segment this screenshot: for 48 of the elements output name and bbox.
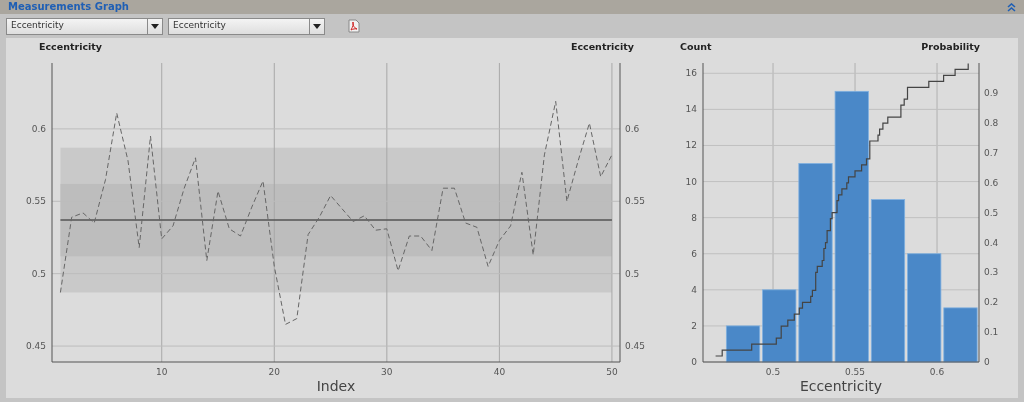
axis-tick-label: 0.5 — [765, 367, 781, 377]
axis-tick-label: 0.1 — [984, 327, 999, 338]
axis-tick-label: 0.5 — [625, 268, 640, 279]
axis-tick-label: 0 — [691, 357, 697, 367]
axis-tick-label: 0.7 — [984, 147, 999, 158]
axis-tick-label: 0.6 — [625, 123, 640, 134]
axis-tick-label: 0.5 — [31, 268, 46, 279]
axis-tick-label: 0.8 — [984, 118, 999, 129]
axis-title: Eccentricity — [39, 41, 103, 52]
pdf-icon[interactable] — [348, 19, 360, 33]
axis-tick-label: 0.6 — [984, 177, 999, 188]
axis-tick-label: 0.55 — [845, 367, 866, 377]
axis-title: Probability — [921, 41, 980, 52]
axis-tick-label: 10 — [685, 176, 697, 187]
axis-label: Eccentricity — [799, 378, 883, 394]
axis-tick-label: 50 — [606, 367, 618, 377]
axis-tick-label: 14 — [685, 104, 697, 115]
axis-tick-label: 0 — [984, 357, 990, 367]
axis-tick-label: 8 — [691, 212, 697, 223]
axis-tick-label: 20 — [268, 367, 280, 377]
axis-tick-label: 0.55 — [25, 196, 46, 207]
axis-tick-label: 0.6 — [31, 123, 46, 134]
axis-tick-label: 0.6 — [929, 367, 945, 377]
axis-tick-label: 0.4 — [984, 237, 999, 248]
axis-label: Index — [316, 378, 356, 394]
collapse-icon[interactable] — [1007, 2, 1016, 12]
axis-tick-label: 0.2 — [984, 297, 999, 308]
axis-tick-label: 0.55 — [625, 196, 646, 207]
axis-tick-label: 0.9 — [984, 88, 999, 99]
panel-title: Measurements Graph — [8, 2, 129, 12]
axis-tick-label: 0.45 — [25, 341, 46, 352]
axis-tick-label: 16 — [685, 68, 697, 79]
axis-tick-label: 2 — [691, 320, 697, 331]
axis-tick-label: 0.3 — [984, 267, 999, 278]
axis-tick-label: 4 — [691, 284, 697, 295]
axis-tick-label: 0.5 — [984, 207, 999, 218]
caret-icon — [313, 23, 321, 29]
axis-tick-label: 30 — [381, 367, 393, 377]
caret-icon — [151, 23, 159, 29]
axis-title: Count — [680, 41, 712, 52]
dropdown[interactable]: Eccentricity — [168, 17, 325, 35]
axis-tick-label: 6 — [691, 248, 697, 259]
axis-tick-label: 0.45 — [625, 341, 646, 352]
axis-title: Eccentricity — [570, 41, 634, 52]
axis-tick-label: 10 — [156, 367, 168, 377]
dropdown[interactable]: Eccentricity — [6, 17, 163, 35]
axis-tick-label: 40 — [493, 367, 506, 377]
axis-tick-label: 12 — [685, 140, 697, 151]
